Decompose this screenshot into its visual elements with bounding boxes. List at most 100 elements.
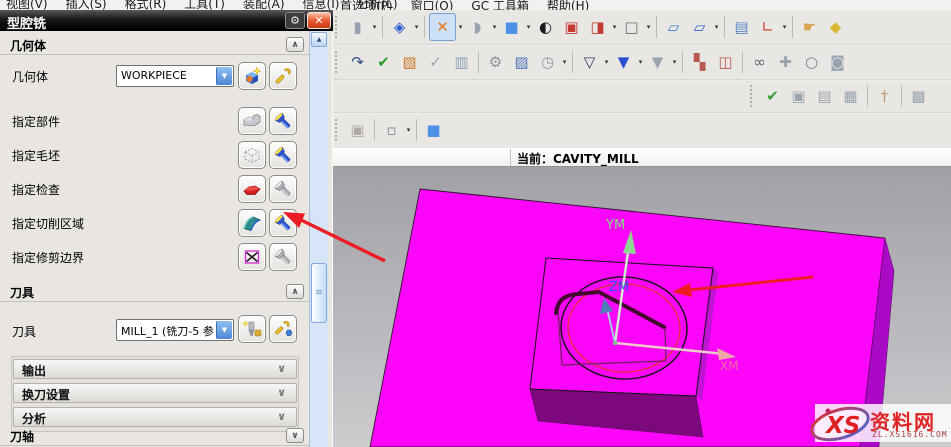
specify-part-display-flashlight-button[interactable] bbox=[269, 107, 297, 135]
cylinder-tag-icon[interactable]: ◙ bbox=[825, 49, 850, 75]
gold-edge-icon[interactable]: ◆ bbox=[823, 14, 848, 40]
generate-toolpath-icon[interactable]: ✔ bbox=[371, 49, 396, 75]
collapsed-section-2[interactable]: 分析∨ bbox=[13, 407, 297, 427]
menu-item-1[interactable]: 插入(S) bbox=[66, 0, 107, 10]
orient-view-icon[interactable]: ▱ bbox=[661, 14, 686, 40]
menu-item-3[interactable]: 工具(T) bbox=[184, 0, 225, 10]
dropdown-arrow-icon[interactable]: ▼ bbox=[216, 67, 232, 85]
postprocess-icon[interactable]: ▧ bbox=[397, 49, 422, 75]
tool-select[interactable]: MILL_1 (铣刀-5 参 ▼ bbox=[116, 319, 234, 341]
section-cube-icon-dropdown-caret[interactable]: ▾ bbox=[611, 14, 618, 40]
filter-cone-icon[interactable]: ▼ bbox=[645, 49, 670, 75]
verify-check-icon[interactable]: ✔ bbox=[760, 83, 785, 109]
dialog-close-icon[interactable]: ✕ bbox=[307, 12, 331, 29]
simulate-machine-icon[interactable]: ⚙ bbox=[483, 49, 508, 75]
machining-time-icon[interactable]: ◷ bbox=[535, 49, 560, 75]
shaded-view-icon[interactable]: ■ bbox=[499, 14, 524, 40]
geometry-select[interactable]: WORKPIECE ▼ bbox=[116, 65, 234, 87]
search-ring-icon[interactable]: ○ bbox=[799, 49, 824, 75]
grid-table-icon[interactable]: ▦ bbox=[838, 83, 863, 109]
find-object-icon[interactable]: ∞ bbox=[747, 49, 772, 75]
specify-cut-area-display-flashlight-button[interactable] bbox=[269, 209, 297, 237]
new-geometry-button[interactable] bbox=[238, 62, 266, 90]
rect-select-icon[interactable]: ▫ bbox=[379, 117, 404, 143]
shaded-view-icon-dropdown-caret[interactable]: ▾ bbox=[525, 14, 532, 40]
rect-select-icon-dropdown-caret[interactable]: ▾ bbox=[405, 117, 412, 143]
scrollbar-up-arrow-icon[interactable]: ▲ bbox=[311, 32, 327, 47]
hand-select-icon[interactable]: ☛ bbox=[797, 14, 822, 40]
filter-outline-icon[interactable]: ▽ bbox=[577, 49, 602, 75]
menu-item-1[interactable]: 窗口(O) bbox=[411, 0, 454, 10]
dialog-settings-gear-icon[interactable]: ⚙ bbox=[285, 12, 305, 29]
csys-orient-icon[interactable]: ∟ bbox=[755, 14, 780, 40]
fit-view-icon-dropdown-caret[interactable]: ▾ bbox=[457, 14, 464, 40]
lathe-view-icon-dropdown-caret[interactable]: ▾ bbox=[491, 14, 498, 40]
machine-verify-icon[interactable]: ✓ bbox=[423, 49, 448, 75]
specify-blank-button[interactable] bbox=[238, 141, 266, 169]
filter-outline-icon-dropdown-caret[interactable]: ▾ bbox=[603, 49, 610, 75]
edit-tool-button[interactable] bbox=[269, 315, 297, 343]
tag-plus-icon[interactable]: ✚ bbox=[773, 49, 798, 75]
collapse-chevron-down-icon[interactable]: ∨ bbox=[286, 428, 304, 443]
edit-geometry-button[interactable] bbox=[269, 62, 297, 90]
shaded-cube-icon[interactable]: ■ bbox=[421, 117, 446, 143]
expand-chevron-down-icon[interactable]: ∨ bbox=[277, 410, 286, 423]
background-square-icon[interactable]: □ bbox=[619, 14, 644, 40]
expand-chevron-down-icon[interactable]: ∨ bbox=[277, 386, 286, 399]
setup-block-icon[interactable]: ▣ bbox=[786, 83, 811, 109]
csys-orient-icon-dropdown-caret[interactable]: ▾ bbox=[781, 14, 788, 40]
specify-cut-area-button[interactable] bbox=[238, 209, 266, 237]
scrollbar-thumb[interactable]: ≡ bbox=[311, 263, 327, 323]
toolbar-grip[interactable] bbox=[750, 85, 757, 107]
operation-doc-icon[interactable]: ▤ bbox=[812, 83, 837, 109]
machining-time-icon-dropdown-caret[interactable]: ▾ bbox=[561, 49, 568, 75]
layered-parts-icon[interactable]: ▩ bbox=[906, 83, 931, 109]
menu-item-2[interactable]: GC 工具箱 bbox=[471, 0, 529, 10]
collapsed-section-0[interactable]: 输出∨ bbox=[13, 359, 297, 379]
navigator-icon[interactable]: ▤ bbox=[729, 14, 754, 40]
program-view-icon[interactable]: ▚ bbox=[687, 49, 712, 75]
collapse-chevron-up-icon[interactable]: ∧ bbox=[286, 37, 304, 52]
section-cube-icon[interactable]: ◨ bbox=[585, 14, 610, 40]
info-icon[interactable]: ◈ bbox=[387, 14, 412, 40]
specify-trim-boundary-display-flashlight-button[interactable] bbox=[269, 243, 297, 271]
viewport-tool-icon[interactable]: ▣ bbox=[345, 117, 370, 143]
menu-item-0[interactable]: 首选项(P) bbox=[340, 0, 393, 10]
info-icon-dropdown-caret[interactable]: ▾ bbox=[413, 14, 420, 40]
menu-item-0[interactable]: 视图(V) bbox=[6, 0, 48, 10]
section-pin-icon[interactable]: ▣ bbox=[559, 14, 584, 40]
dialog-scrollbar[interactable]: ▲ ≡ bbox=[309, 31, 328, 447]
specify-part-button[interactable] bbox=[238, 107, 266, 135]
specify-trim-boundary-button[interactable] bbox=[238, 243, 266, 271]
display-tool-icon[interactable]: ▮ bbox=[345, 14, 370, 40]
render-style-icon[interactable]: ◐ bbox=[533, 14, 558, 40]
fit-view-icon[interactable]: ✕ bbox=[429, 13, 456, 41]
shop-doc-icon[interactable]: ▥ bbox=[449, 49, 474, 75]
redo-arrow-icon[interactable]: ↷ bbox=[345, 49, 370, 75]
toolbar-grip[interactable] bbox=[335, 16, 342, 38]
orient-view-2-icon[interactable]: ▱ bbox=[687, 14, 712, 40]
menu-item-4[interactable]: 装配(A) bbox=[243, 0, 285, 10]
lathe-view-icon[interactable]: ◗ bbox=[465, 14, 490, 40]
filter-cone-icon-dropdown-caret[interactable]: ▾ bbox=[671, 49, 678, 75]
machine-tool-view-icon[interactable]: ◫ bbox=[713, 49, 738, 75]
menu-item-5[interactable]: 信息(I) bbox=[303, 0, 340, 10]
filter-blue-icon[interactable]: ▼ bbox=[611, 49, 636, 75]
dialog-titlebar[interactable]: 型腔铣 ⚙ ✕ bbox=[0, 10, 333, 31]
dropdown-arrow-icon[interactable]: ▼ bbox=[216, 321, 232, 339]
filter-blue-icon-dropdown-caret[interactable]: ▾ bbox=[637, 49, 644, 75]
collapse-chevron-up-icon[interactable]: ∧ bbox=[286, 284, 304, 299]
background-square-icon-dropdown-caret[interactable]: ▾ bbox=[645, 14, 652, 40]
specify-blank-display-flashlight-button[interactable] bbox=[269, 141, 297, 169]
toolbar-grip[interactable] bbox=[335, 119, 342, 141]
menu-item-3[interactable]: 帮助(H) bbox=[547, 0, 589, 10]
orient-view-2-icon-dropdown-caret[interactable]: ▾ bbox=[713, 14, 720, 40]
specify-check-button[interactable] bbox=[238, 175, 266, 203]
specify-check-display-flashlight-button[interactable] bbox=[269, 175, 297, 203]
menu-item-2[interactable]: 格式(R) bbox=[125, 0, 167, 10]
toolpath-editor-icon[interactable]: ▨ bbox=[509, 49, 534, 75]
new-tool-button[interactable] bbox=[238, 315, 266, 343]
display-tool-icon-dropdown-caret[interactable]: ▾ bbox=[371, 14, 378, 40]
collapsed-section-1[interactable]: 换刀设置∨ bbox=[13, 383, 297, 403]
toolbar-grip[interactable] bbox=[335, 51, 342, 73]
